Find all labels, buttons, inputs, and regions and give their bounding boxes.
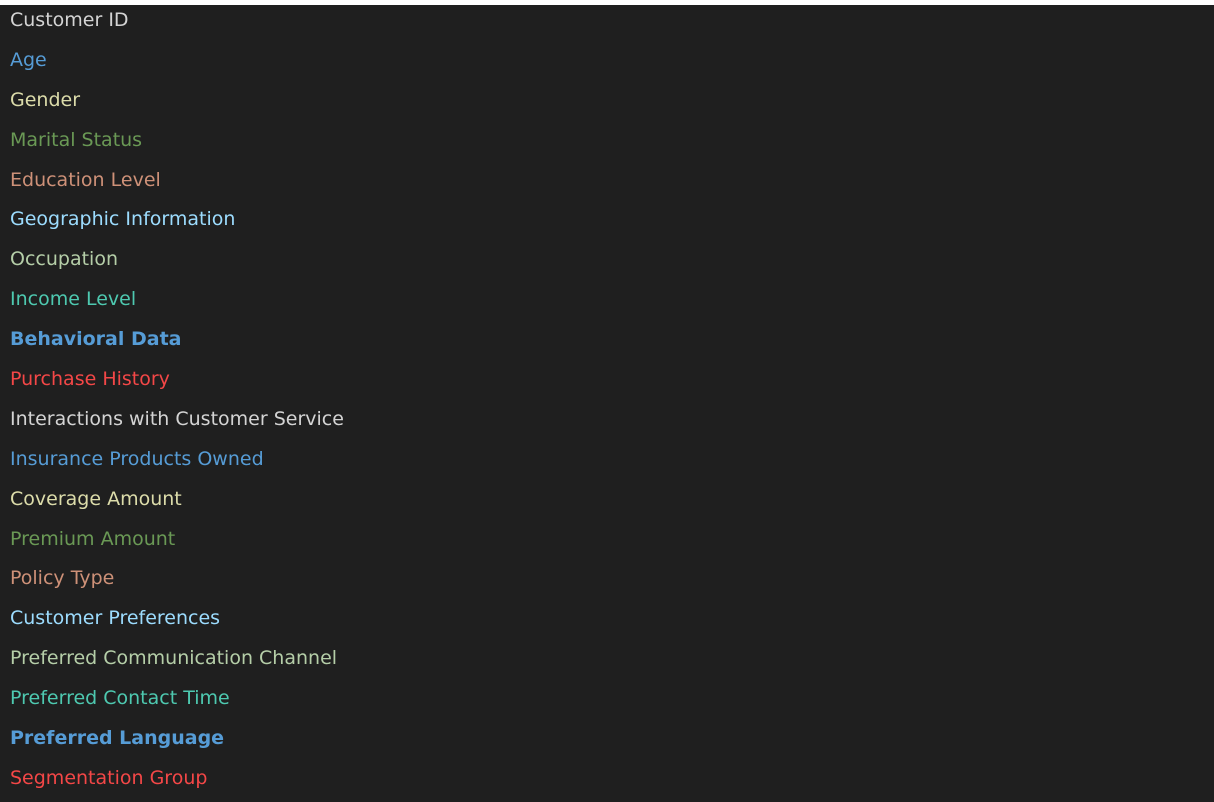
field-item: Customer ID (10, 9, 129, 31)
field-list-panel: Customer ID Age Gender Marital Status Educat… (0, 5, 1214, 802)
field-item: Purchase History (10, 368, 170, 391)
field-item: Customer Preferences (10, 607, 221, 630)
field-item: Preferred Contact Time (10, 687, 230, 710)
field-item: Preferred Communication Channel (10, 647, 338, 670)
field-list: Customer ID Age Gender Marital Status Educat… (0, 5, 1214, 802)
field-item: Premium Amount (10, 527, 176, 550)
field-item: Interactions with Customer Service (10, 407, 344, 430)
field-item: Geographic Information (10, 208, 236, 231)
field-item: Insurance Products Owned (10, 447, 264, 470)
field-item: Marital Status (10, 128, 143, 151)
field-item: Preferred Language (10, 727, 225, 750)
field-item: Segmentation Group (10, 766, 208, 789)
field-item: Gender (10, 88, 81, 111)
field-item: Income Level (10, 288, 137, 311)
field-item: Age (10, 48, 47, 71)
field-item: Policy Type (10, 567, 115, 590)
field-item: Behavioral Data (10, 328, 182, 351)
field-item: Education Level (10, 168, 161, 191)
field-item: Coverage Amount (10, 487, 182, 510)
field-item: Occupation (10, 248, 118, 271)
